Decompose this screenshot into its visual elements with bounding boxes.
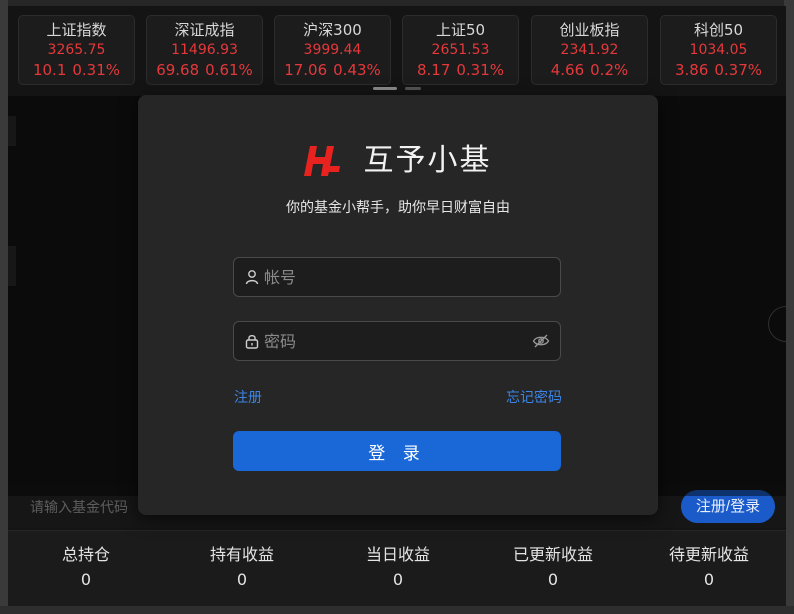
carousel-pager xyxy=(373,87,433,91)
lock-icon xyxy=(245,335,259,349)
index-change-pct: 0.37% xyxy=(714,61,763,79)
bottom-edge xyxy=(0,606,794,614)
index-card[interactable]: 上证指数 3265.75 10.1 0.31% xyxy=(18,15,135,85)
summary-value: 0 xyxy=(547,570,559,589)
app-name: 互予小基 xyxy=(363,143,492,178)
index-change: 69.68 0.61% xyxy=(147,61,262,79)
index-change-pct: 0.31% xyxy=(456,61,505,79)
index-price: 3999.44 xyxy=(303,42,362,58)
index-change-value: 4.66 xyxy=(550,61,585,79)
index-change-value: 17.06 xyxy=(284,61,328,79)
index-price: 3265.75 xyxy=(47,42,106,58)
index-price: 1034.05 xyxy=(689,42,748,58)
index-card[interactable]: 深证成指 11496.93 69.68 0.61% xyxy=(146,15,263,85)
summary-daily-income: 当日收益 0 xyxy=(320,545,476,590)
summary-value: 0 xyxy=(80,570,92,589)
index-price: 11496.93 xyxy=(171,42,238,58)
portfolio-summary: 总持仓 0 持有收益 0 当日收益 0 已更新收益 0 待更新收益 0 xyxy=(8,530,786,606)
index-name: 创业板指 xyxy=(559,21,620,39)
index-change-pct: 0.31% xyxy=(72,61,121,79)
pager-dot-active[interactable] xyxy=(373,87,397,90)
index-name: 沪深300 xyxy=(303,21,362,39)
index-change: 8.17 0.31% xyxy=(403,61,518,79)
index-change-value: 8.17 xyxy=(416,61,451,79)
index-name: 上证50 xyxy=(435,21,486,39)
index-price: 2341.92 xyxy=(560,42,619,58)
eye-hidden-icon[interactable] xyxy=(532,333,550,349)
index-price: 2651.53 xyxy=(431,42,490,58)
index-change-value: 69.68 xyxy=(156,61,200,79)
password-field[interactable] xyxy=(233,321,561,361)
summary-total-holdings: 总持仓 0 xyxy=(8,545,164,590)
index-card[interactable]: 沪深300 3999.44 17.06 0.43% xyxy=(274,15,391,85)
password-input[interactable] xyxy=(264,322,524,360)
summary-label: 总持仓 xyxy=(61,545,110,564)
summary-pending-income: 待更新收益 0 xyxy=(631,545,786,590)
index-cards: 上证指数 3265.75 10.1 0.31% 深证成指 11496.93 69.… xyxy=(18,15,778,91)
login-dialog: 互予小基 你的基金小帮手，助你早日财富自由 注册 忘记密码 xyxy=(138,95,658,515)
index-change-value: 10.1 xyxy=(32,61,67,79)
index-name: 科创50 xyxy=(693,21,744,39)
forgot-password-link[interactable]: 忘记密码 xyxy=(506,387,562,407)
summary-value: 0 xyxy=(703,570,715,589)
app-logo-icon xyxy=(304,146,341,176)
register-link[interactable]: 注册 xyxy=(234,387,262,407)
account-field[interactable] xyxy=(233,257,561,297)
index-card[interactable]: 创业板指 2341.92 4.66 0.2% xyxy=(531,15,648,85)
summary-holding-income: 持有收益 0 xyxy=(164,545,320,590)
index-change-pct: 0.2% xyxy=(590,61,629,79)
index-card[interactable]: 上证50 2651.53 8.17 0.31% xyxy=(402,15,519,85)
pager-dot[interactable] xyxy=(405,87,421,90)
index-change: 3.86 0.37% xyxy=(661,61,776,79)
summary-label: 已更新收益 xyxy=(512,545,593,564)
app-tagline: 你的基金小帮手，助你早日财富自由 xyxy=(286,200,510,216)
app-window: 上证指数 3265.75 10.1 0.31% 深证成指 11496.93 69.… xyxy=(8,6,786,606)
brand: 互予小基 xyxy=(138,141,658,185)
summary-label: 持有收益 xyxy=(209,545,274,564)
index-change-value: 3.86 xyxy=(674,61,709,79)
index-change-pct: 0.61% xyxy=(205,61,253,79)
index-change-pct: 0.43% xyxy=(333,61,381,79)
summary-label: 当日收益 xyxy=(365,545,430,564)
index-change: 10.1 0.31% xyxy=(19,61,134,79)
index-card[interactable]: 科创50 1034.05 3.86 0.37% xyxy=(660,15,777,85)
account-input[interactable] xyxy=(264,258,524,296)
user-icon xyxy=(245,270,259,285)
left-edge xyxy=(0,0,8,614)
index-change: 4.66 0.2% xyxy=(532,61,647,79)
summary-label: 待更新收益 xyxy=(668,545,749,564)
summary-value: 0 xyxy=(392,570,404,589)
summary-updated-income: 已更新收益 0 xyxy=(475,545,631,590)
index-change: 17.06 0.43% xyxy=(275,61,390,79)
login-button[interactable]: 登 录 xyxy=(233,431,561,471)
summary-value: 0 xyxy=(236,570,248,589)
index-name: 深证成指 xyxy=(174,21,235,39)
index-name: 上证指数 xyxy=(46,21,107,39)
